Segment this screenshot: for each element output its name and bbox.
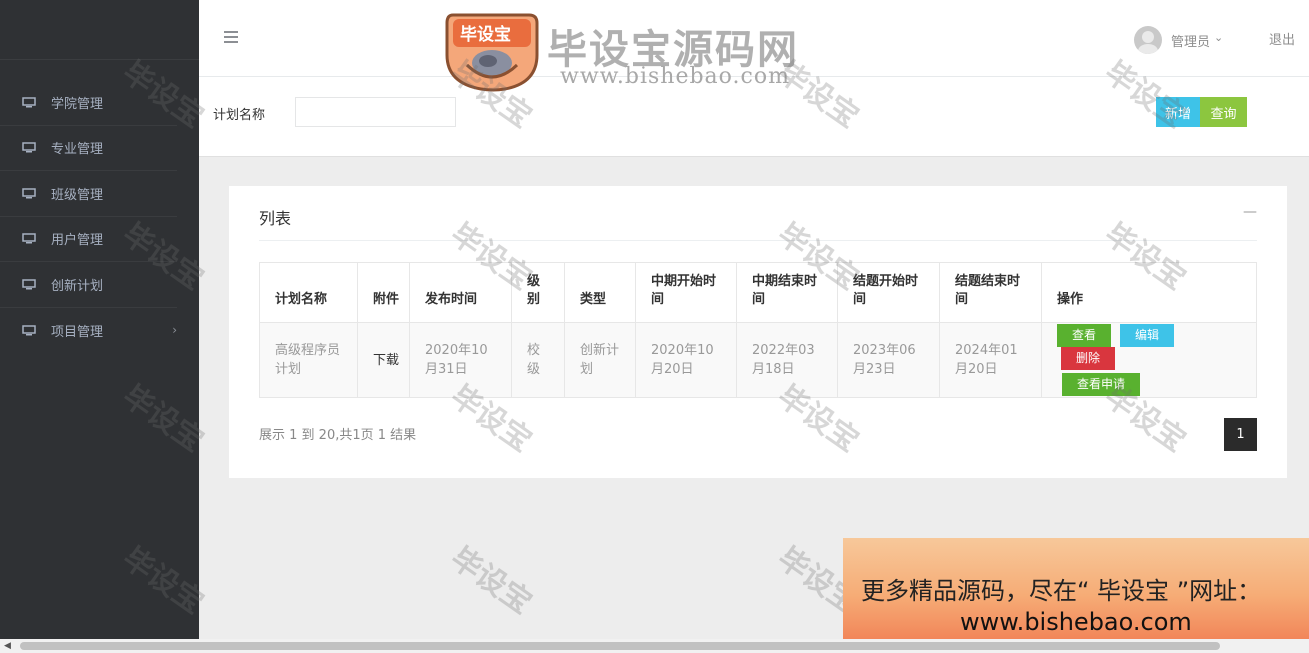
collapse-icon[interactable]: — <box>1243 204 1257 220</box>
sidebar-item-label: 班级管理 <box>51 187 104 203</box>
plan-name-input[interactable] <box>295 97 456 127</box>
monitor-icon <box>22 142 36 153</box>
plan-table: 计划名称 附件 发布时间 级别 类型 中期开始时间 中期结束时间 结题开始时间 … <box>259 262 1257 398</box>
table-header-row: 计划名称 附件 发布时间 级别 类型 中期开始时间 中期结束时间 结题开始时间 … <box>259 262 1257 323</box>
pagination-info: 展示 1 到 20,共1页 1 结果 <box>259 428 417 443</box>
sidebar-item-major[interactable]: 专业管理 <box>0 126 177 171</box>
cell-mid-start: 2020年10月20日 <box>635 322 737 398</box>
query-button[interactable]: 查询 <box>1200 97 1247 127</box>
cell-publish-time: 2020年10月31日 <box>409 322 512 398</box>
sidebar-item-label: 项目管理 <box>51 324 104 340</box>
delete-button[interactable]: 删除 <box>1061 347 1116 370</box>
download-link[interactable]: 下载 <box>357 322 410 398</box>
logo-badge-text: 毕设宝 <box>460 25 511 45</box>
column-header: 附件 <box>357 262 410 323</box>
list-panel: 列表 — 计划名称 附件 发布时间 级别 类型 中期开始时间 中期结束时间 结题… <box>229 186 1287 478</box>
menu-toggle-icon[interactable] <box>224 31 238 43</box>
sidebar-logo-area <box>0 0 199 60</box>
panel-title: 列表 <box>259 209 292 228</box>
page-button-current[interactable]: 1 <box>1224 418 1257 451</box>
column-header: 结题开始时间 <box>837 262 940 323</box>
cell-plan-name: 高级程序员计划 <box>259 322 358 398</box>
sidebar-item-label: 创新计划 <box>51 278 104 294</box>
edit-button[interactable]: 编辑 <box>1120 324 1175 347</box>
cell-final-start: 2023年06月23日 <box>837 322 940 398</box>
sidebar-item-project[interactable]: 项目管理 › <box>0 308 177 354</box>
column-header: 操作 <box>1041 262 1257 323</box>
column-header: 计划名称 <box>259 262 358 323</box>
scrollbar-thumb[interactable] <box>20 642 1220 650</box>
sidebar-item-label: 专业管理 <box>51 142 104 158</box>
view-application-button[interactable]: 查看申请 <box>1062 373 1141 396</box>
monitor-icon <box>22 188 36 199</box>
avatar[interactable] <box>1134 26 1162 54</box>
cell-final-end: 2024年01月20日 <box>939 322 1042 398</box>
chevron-right-icon: › <box>172 323 177 338</box>
divider <box>259 240 1257 241</box>
chevron-down-icon[interactable]: ⌄ <box>1214 31 1223 44</box>
plan-name-label: 计划名称 <box>213 108 266 123</box>
column-header: 中期结束时间 <box>736 262 838 323</box>
monitor-icon <box>22 97 36 108</box>
promo-text: 更多精品源码，尽在“ 毕设宝 ”网址： <box>861 577 1262 605</box>
sidebar-item-class[interactable]: 班级管理 <box>0 171 177 217</box>
monitor-icon <box>22 279 36 290</box>
watermark-tile: 毕设宝 <box>444 540 538 622</box>
sidebar-item-label: 学院管理 <box>51 96 104 112</box>
sidebar-item-innovation-plan[interactable]: 创新计划 <box>0 262 177 308</box>
cell-type: 创新计划 <box>564 322 636 398</box>
watermark-site-url: www.bishebao.com <box>560 64 790 89</box>
cell-mid-end: 2022年03月18日 <box>736 322 838 398</box>
scroll-left-icon[interactable]: ◀ <box>4 641 11 651</box>
sidebar-item-user[interactable]: 用户管理 <box>0 217 177 262</box>
column-header: 级别 <box>511 262 565 323</box>
sidebar-item-label: 用户管理 <box>51 233 104 249</box>
promo-banner: 更多精品源码，尽在“ 毕设宝 ”网址： www.bishebao.com <box>843 538 1309 653</box>
sidebar: 学院管理 专业管理 班级管理 用户管理 创新计划 项目管理 › <box>0 0 199 639</box>
add-button[interactable]: 新增 <box>1156 97 1200 127</box>
column-header: 结题结束时间 <box>939 262 1042 323</box>
horizontal-scrollbar[interactable]: ◀ <box>0 639 1309 653</box>
column-header: 类型 <box>564 262 636 323</box>
promo-url: www.bishebao.com <box>960 608 1192 636</box>
logout-link[interactable]: 退出 <box>1269 29 1295 48</box>
column-header: 发布时间 <box>409 262 512 323</box>
monitor-icon <box>22 325 36 336</box>
monitor-icon <box>22 233 36 244</box>
cell-actions: 查看 编辑删除 查看申请 <box>1041 322 1257 398</box>
cell-level: 校级 <box>511 322 565 398</box>
view-button[interactable]: 查看 <box>1057 324 1112 347</box>
sidebar-item-college[interactable]: 学院管理 <box>0 80 177 126</box>
column-header: 中期开始时间 <box>635 262 737 323</box>
table-row: 高级程序员计划 下载 2020年10月31日 校级 创新计划 2020年10月2… <box>259 322 1257 398</box>
user-name[interactable]: 管理员 <box>1171 31 1210 50</box>
